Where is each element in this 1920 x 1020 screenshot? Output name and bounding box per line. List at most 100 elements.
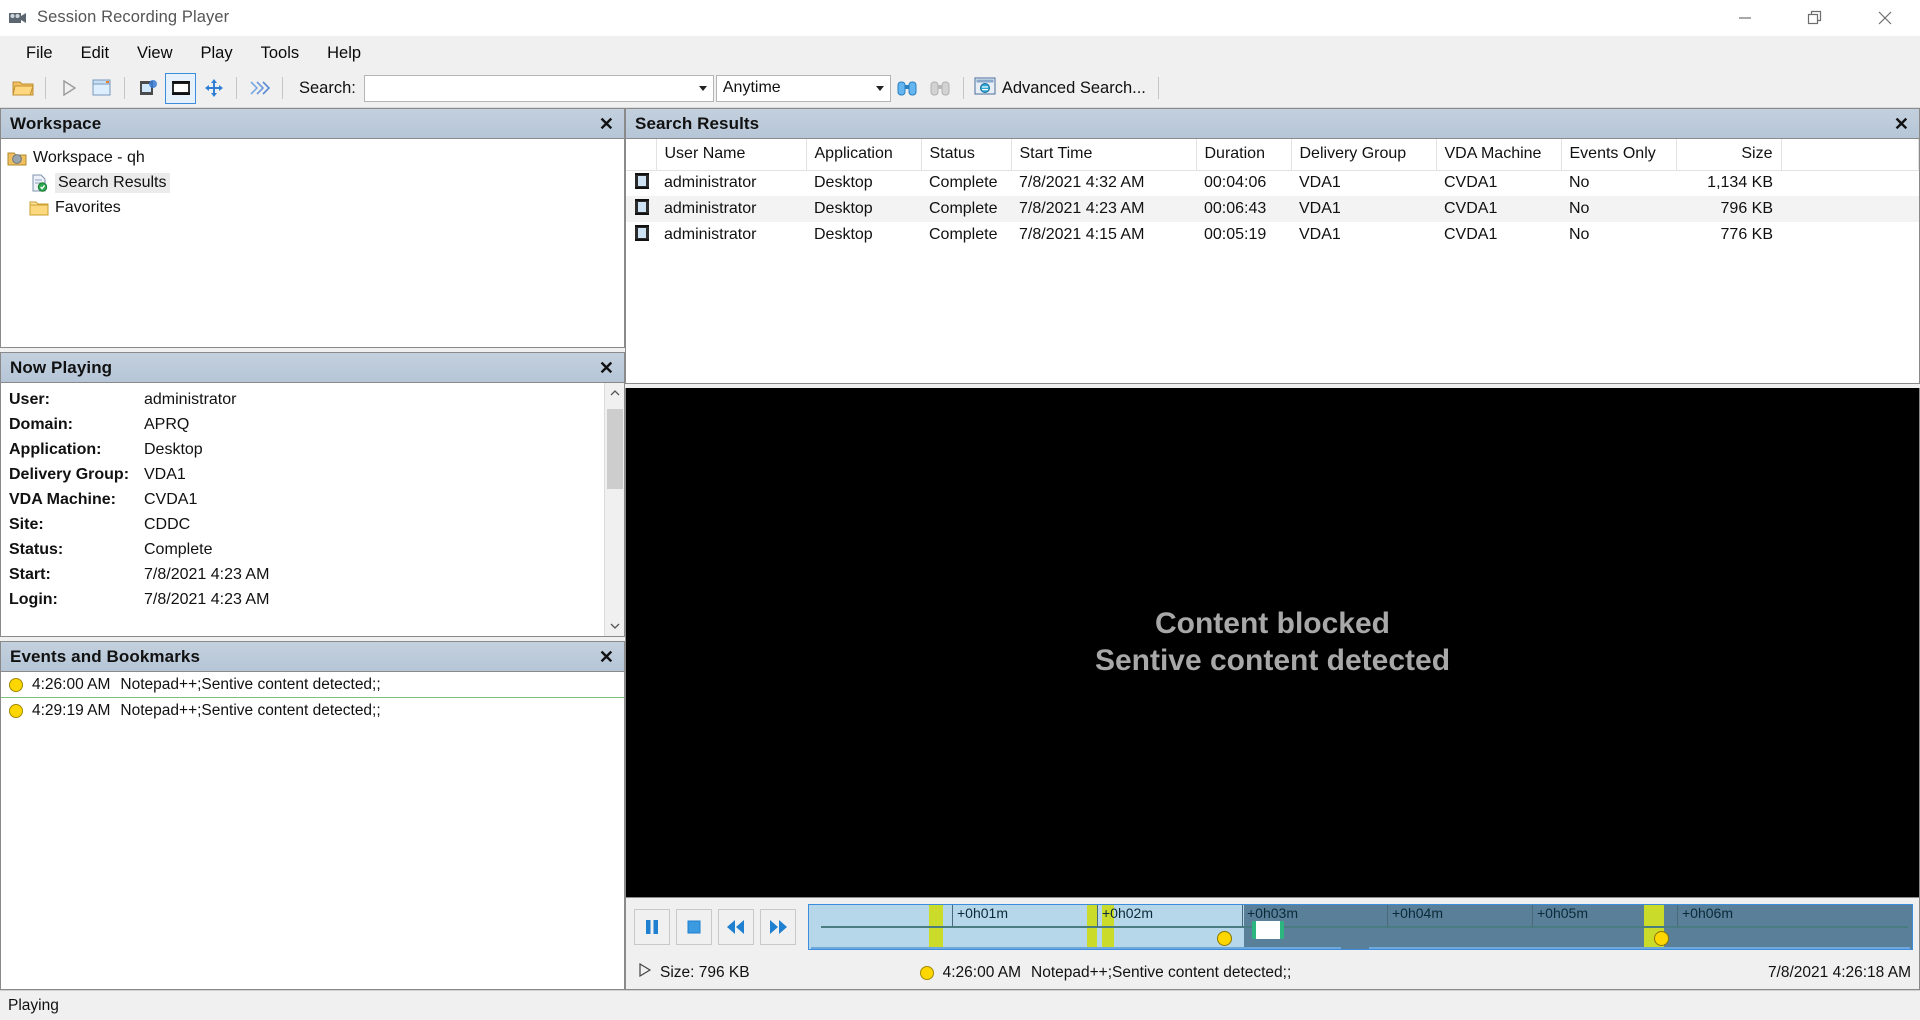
timerange-combo[interactable]: Anytime (716, 75, 891, 102)
cell-status: Complete (921, 222, 1011, 248)
playback-timeline[interactable]: +0h01m +0h02m +0h03m +0h04m +0h05m +0h06… (808, 904, 1913, 950)
field-value: Desktop (144, 441, 203, 459)
cell-duration: 00:06:43 (1196, 196, 1291, 222)
field-value: CDDC (144, 516, 190, 534)
cell-application: Desktop (806, 170, 921, 196)
col-delivery-group[interactable]: Delivery Group (1291, 139, 1436, 170)
scrollbar-thumb[interactable] (607, 409, 623, 489)
now-playing-panel-title: Now Playing (10, 358, 112, 378)
workspace-tree: Workspace - qh (1, 139, 624, 220)
now-playing-field-user: User: administrator (9, 391, 604, 416)
timeline-event-dot[interactable] (1217, 931, 1232, 946)
cell-filler (1781, 222, 1919, 248)
timeline-tick: +0h05m (1532, 905, 1588, 927)
event-time: 4:29:19 AM (32, 702, 110, 720)
pan-move-icon[interactable] (198, 73, 229, 104)
recording-file-icon (626, 170, 656, 196)
open-folder-icon[interactable] (7, 73, 38, 104)
now-playing-scrollbar[interactable] (604, 383, 624, 636)
events-panel-body: 4:26:00 AM Notepad++;Sentive content det… (1, 672, 624, 989)
binoculars-icon[interactable] (892, 73, 923, 104)
table-row[interactable]: administrator Desktop Complete 7/8/2021 … (626, 196, 1919, 222)
close-button[interactable] (1850, 0, 1920, 36)
scroll-down-icon[interactable] (605, 616, 625, 636)
fast-forward-icon[interactable] (244, 73, 275, 104)
now-playing-close-icon[interactable]: ✕ (595, 359, 618, 377)
window-title: Session Recording Player (37, 8, 229, 27)
timeline-tick: +0h02m (1097, 905, 1153, 927)
menu-view[interactable]: View (123, 40, 186, 66)
timeline-event-dot[interactable] (1654, 931, 1669, 946)
now-playing-panel: Now Playing ✕ User: administrator Domain… (0, 352, 625, 637)
field-value: APRQ (144, 416, 189, 434)
search-input[interactable] (365, 77, 693, 100)
field-label: Status: (9, 541, 144, 559)
col-size[interactable]: Size (1676, 139, 1781, 170)
timeline-playhead[interactable] (1252, 921, 1284, 939)
restore-button[interactable] (1780, 0, 1850, 36)
workspace-panel: Workspace ✕ Workspace - qh (0, 108, 625, 348)
status-bar: Playing (0, 990, 1920, 1020)
event-row[interactable]: 4:26:00 AM Notepad++;Sentive content det… (1, 672, 624, 698)
search-results-icon (29, 174, 49, 192)
right-content-column: Search Results ✕ User Name (625, 108, 1920, 990)
menu-tools[interactable]: Tools (247, 40, 314, 66)
workspace-icon (7, 149, 27, 167)
now-playing-field-status: Status: Complete (9, 541, 604, 566)
cell-filler (1781, 170, 1919, 196)
tree-item-search-results[interactable]: Search Results (7, 170, 624, 195)
timeline-progress-underline (1369, 947, 1910, 949)
col-status[interactable]: Status (921, 139, 1011, 170)
field-value: 7/8/2021 4:23 AM (144, 566, 269, 584)
table-row[interactable]: administrator Desktop Complete 7/8/2021 … (626, 170, 1919, 196)
col-start-time[interactable]: Start Time (1011, 139, 1196, 170)
field-value: 7/8/2021 4:23 AM (144, 591, 269, 609)
rewind-button[interactable] (718, 909, 754, 945)
cell-delivery-group: VDA1 (1291, 170, 1436, 196)
stop-button[interactable] (676, 909, 712, 945)
video-playback-area[interactable]: Content blocked Sentive content detected (625, 388, 1920, 898)
advanced-search-label: Advanced Search... (1002, 79, 1146, 98)
search-results-panel-title: Search Results (635, 114, 759, 134)
minimize-button[interactable] (1710, 0, 1780, 36)
scrollbar-track[interactable] (605, 403, 625, 616)
now-playing-field-vda-machine: VDA Machine: CVDA1 (9, 491, 604, 516)
menu-edit[interactable]: Edit (67, 40, 123, 66)
play-icon[interactable] (53, 73, 84, 104)
cell-user-name: administrator (656, 222, 806, 248)
col-application[interactable]: Application (806, 139, 921, 170)
window-icon[interactable] (86, 73, 117, 104)
menu-help[interactable]: Help (313, 40, 375, 66)
menu-file[interactable]: File (12, 40, 67, 66)
search-combo[interactable] (364, 75, 714, 102)
tree-item-favorites[interactable]: Favorites (7, 195, 624, 220)
search-results-close-icon[interactable]: ✕ (1890, 115, 1913, 133)
recorded-session-icon[interactable] (165, 73, 196, 104)
col-events-only[interactable]: Events Only (1561, 139, 1676, 170)
timerange-chevron-down-icon[interactable] (870, 86, 890, 91)
advanced-search-button[interactable]: Advanced Search... (970, 74, 1152, 103)
pause-button[interactable] (634, 909, 670, 945)
event-text: Notepad++;Sentive content detected;; (120, 676, 380, 694)
current-event-info: 4:26:00 AM Notepad++;Sentive content det… (920, 964, 1292, 982)
events-close-icon[interactable]: ✕ (595, 648, 618, 666)
menu-play[interactable]: Play (187, 40, 247, 66)
tree-item-favorites-label: Favorites (55, 199, 121, 217)
search-chevron-down-icon[interactable] (693, 86, 713, 91)
live-session-icon[interactable] (132, 73, 163, 104)
toolbar-separator (236, 77, 237, 99)
scroll-up-icon[interactable] (605, 383, 625, 403)
recorder-camera-icon (8, 8, 28, 28)
menu-bar: File Edit View Play Tools Help (0, 36, 1920, 69)
title-bar: Session Recording Player (0, 0, 1920, 36)
col-vda-machine[interactable]: VDA Machine (1436, 139, 1561, 170)
fast-forward-button[interactable] (760, 909, 796, 945)
content-blocked-line1: Content blocked (1095, 606, 1450, 643)
col-duration[interactable]: Duration (1196, 139, 1291, 170)
table-row[interactable]: administrator Desktop Complete 7/8/2021 … (626, 222, 1919, 248)
col-user-name[interactable]: User Name (656, 139, 806, 170)
tree-item-search-results-label: Search Results (55, 173, 170, 193)
event-row[interactable]: 4:29:19 AM Notepad++;Sentive content det… (1, 698, 624, 724)
workspace-close-icon[interactable]: ✕ (595, 115, 618, 133)
tree-item-workspace-root[interactable]: Workspace - qh (7, 145, 624, 170)
